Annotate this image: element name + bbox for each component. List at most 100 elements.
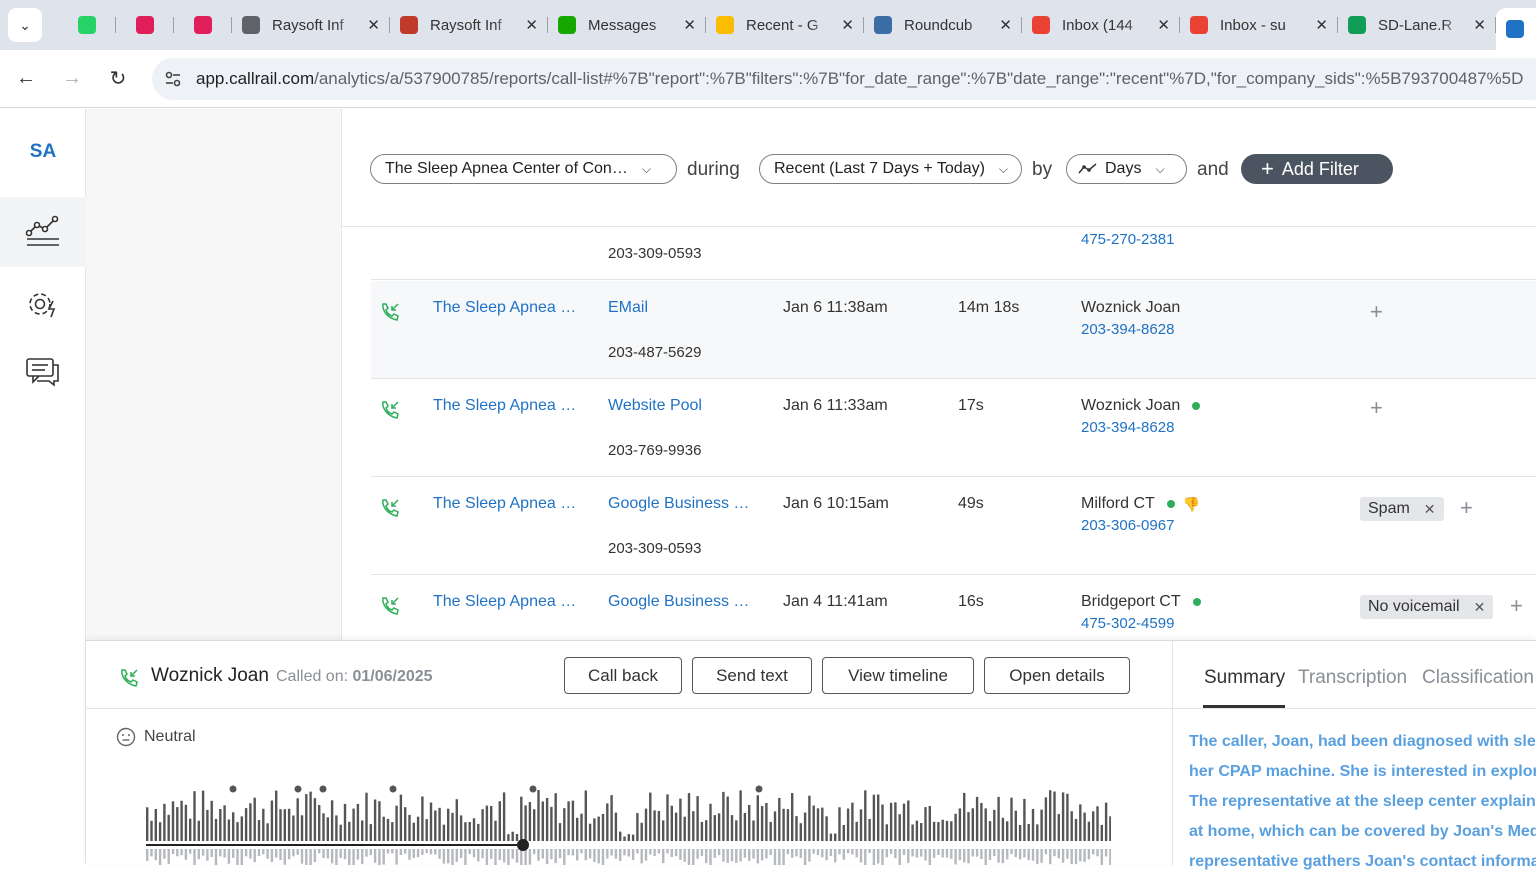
browser-tab[interactable]: Raysoft Inf ✕ — [390, 7, 548, 43]
browser-tab[interactable]: Raysoft Inf ✕ — [232, 7, 390, 43]
google-drive-icon — [716, 16, 734, 34]
waveform-bar — [700, 849, 704, 856]
browser-tab[interactable] — [174, 7, 232, 43]
close-icon[interactable]: ✕ — [1157, 16, 1170, 34]
remove-tag-icon[interactable]: ✕ — [1424, 501, 1436, 518]
browser-tab[interactable]: Roundcub ✕ — [864, 7, 1022, 43]
interval-dropdown[interactable]: Days ⌵ — [1066, 154, 1187, 184]
audio-waveform[interactable] — [146, 781, 1111, 865]
waveform-bar — [442, 849, 446, 864]
send-text-button[interactable]: Send text — [692, 657, 812, 694]
call-back-button[interactable]: Call back — [564, 657, 682, 694]
waveform-bar — [438, 849, 441, 859]
url-field[interactable]: app.callrail.com/analytics/a/537900785/r… — [152, 58, 1536, 100]
browser-tab[interactable]: Inbox (144 ✕ — [1022, 7, 1180, 43]
source-link[interactable]: EMail — [608, 299, 648, 317]
waveform-bar — [627, 849, 630, 857]
waveform-bar — [743, 813, 747, 841]
rail-analytics[interactable] — [0, 197, 86, 267]
waveform-bar — [515, 834, 519, 841]
add-tag-button[interactable]: + — [1370, 397, 1383, 419]
tab-summary[interactable]: Summary — [1204, 667, 1285, 689]
source-link[interactable]: Google Business … — [608, 593, 749, 611]
account-initials[interactable]: SA — [0, 141, 86, 163]
table-row[interactable]: The Sleep Apnea … Website Pool 203-769-993… — [371, 379, 1536, 477]
rail-settings[interactable] — [0, 269, 86, 339]
waveform-bar — [154, 809, 157, 841]
waveform-bar — [227, 819, 231, 841]
waveform-bar — [343, 849, 347, 860]
close-icon[interactable]: ✕ — [1473, 16, 1486, 34]
company-link[interactable]: The Sleep Apnea … — [433, 495, 576, 513]
waveform-marker[interactable] — [755, 785, 763, 793]
playhead-handle[interactable] — [517, 839, 529, 851]
waveform-bar — [163, 849, 166, 859]
forward-button[interactable]: → — [52, 59, 92, 99]
add-filter-button[interactable]: + Add Filter — [1241, 154, 1393, 184]
close-icon[interactable]: ✕ — [683, 16, 696, 34]
close-icon[interactable]: ✕ — [1315, 16, 1328, 34]
waveform-bar — [920, 823, 923, 841]
company-filter-dropdown[interactable]: The Sleep Apnea Center of Con… ⌵ — [370, 154, 677, 184]
waveform-bar — [894, 802, 897, 841]
browser-tab[interactable]: Messages ✕ — [548, 7, 706, 43]
tab-search-button[interactable]: ⌄ — [8, 8, 42, 42]
close-icon[interactable]: ✕ — [841, 16, 854, 34]
back-button[interactable]: ← — [6, 59, 46, 99]
open-details-button[interactable]: Open details — [984, 657, 1130, 694]
browser-tab[interactable]: Inbox - su ✕ — [1180, 7, 1338, 43]
waveform-bar — [636, 849, 639, 854]
remove-tag-icon[interactable]: ✕ — [1474, 599, 1486, 616]
waveform-bar — [395, 849, 398, 865]
date-range-dropdown[interactable]: Recent (Last 7 Days + Today) ⌵ — [759, 154, 1022, 184]
waveform-bar — [550, 849, 553, 860]
browser-tab[interactable] — [116, 7, 174, 43]
site-info-icon[interactable] — [162, 68, 184, 90]
waveform-bar — [524, 805, 527, 841]
tab-transcription[interactable]: Transcription — [1298, 667, 1407, 689]
tab-title: Raysoft Inf — [272, 16, 344, 34]
browser-tab-active[interactable] — [1496, 8, 1536, 50]
waveform-bar — [292, 849, 295, 857]
waveform-marker[interactable] — [529, 785, 537, 793]
close-icon[interactable]: ✕ — [525, 16, 538, 34]
caller-phone-link[interactable]: 475-270-2381 — [1081, 231, 1174, 248]
table-row[interactable]: The Sleep Apnea … EMail 203-487-5629 Jan 6 … — [371, 281, 1536, 379]
waveform-bar — [184, 849, 188, 860]
browser-tab[interactable]: Recent - G ✕ — [706, 7, 864, 43]
thumbs-down-icon[interactable]: 👎 — [1183, 496, 1200, 513]
close-icon[interactable]: ✕ — [367, 16, 380, 34]
caller-phone-link[interactable]: 203-306-0967 — [1081, 517, 1174, 534]
rail-conversations[interactable] — [0, 337, 86, 407]
waveform-bar — [576, 849, 579, 861]
source-link[interactable]: Google Business … — [608, 495, 749, 513]
company-link[interactable]: The Sleep Apnea … — [433, 593, 576, 611]
add-tag-button[interactable]: + — [1460, 497, 1473, 519]
company-link[interactable]: The Sleep Apnea … — [433, 299, 576, 317]
caller-phone-link[interactable]: 203-394-8628 — [1081, 321, 1174, 338]
company-link[interactable]: The Sleep Apnea … — [433, 397, 576, 415]
waveform-marker[interactable] — [294, 785, 302, 793]
tab-classification[interactable]: Classification — [1422, 667, 1534, 689]
waveform-bar — [249, 803, 252, 841]
source-link[interactable]: Website Pool — [608, 397, 702, 415]
table-row[interactable]: The Sleep Apnea … Google Business … Jan 4 … — [371, 575, 1536, 640]
view-timeline-button[interactable]: View timeline — [822, 657, 974, 694]
close-icon[interactable]: ✕ — [999, 16, 1012, 34]
waveform-marker[interactable] — [389, 785, 397, 793]
waveform-bar — [666, 849, 669, 854]
add-tag-button[interactable]: + — [1510, 595, 1523, 617]
waveform-marker[interactable] — [229, 785, 237, 793]
waveform-bar — [563, 808, 566, 841]
active-tab-indicator — [1203, 705, 1285, 708]
add-tag-button[interactable]: + — [1370, 301, 1383, 323]
waveform-bar — [795, 849, 798, 857]
browser-tab[interactable]: SD-Lane.R ✕ — [1338, 7, 1496, 43]
table-row[interactable]: The Sleep Apnea … Google Business … 203-30… — [371, 477, 1536, 575]
caller-phone-link[interactable]: 475-302-4599 — [1081, 615, 1174, 632]
waveform-marker[interactable] — [319, 785, 327, 793]
caller-phone-link[interactable]: 203-394-8628 — [1081, 419, 1174, 436]
table-row[interactable]: 203-309-0593 475-270-2381 — [371, 228, 1536, 280]
browser-tab[interactable] — [58, 7, 116, 43]
reload-button[interactable]: ↻ — [98, 59, 138, 99]
